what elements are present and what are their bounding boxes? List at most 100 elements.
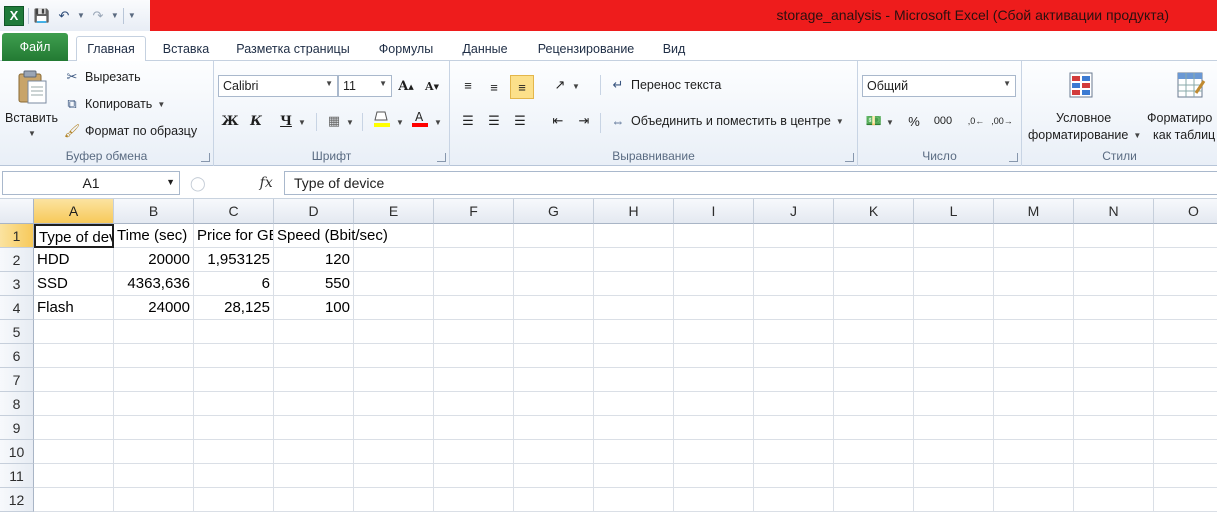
cell-g1[interactable] [514, 224, 594, 248]
cell-o8[interactable] [1154, 392, 1217, 416]
cell-m8[interactable] [994, 392, 1074, 416]
cell-o11[interactable] [1154, 464, 1217, 488]
tab-review[interactable]: Рецензирование [526, 36, 646, 61]
cell-l1[interactable] [914, 224, 994, 248]
row-header-10[interactable]: 10 [0, 440, 34, 464]
cell-f9[interactable] [434, 416, 514, 440]
cell-j4[interactable] [754, 296, 834, 320]
row-header-6[interactable]: 6 [0, 344, 34, 368]
cell-c12[interactable] [194, 488, 274, 512]
orientation-icon[interactable]: ↗ [550, 75, 570, 95]
cell-g11[interactable] [514, 464, 594, 488]
fill-color-icon[interactable] [372, 109, 392, 129]
cell-c5[interactable] [194, 320, 274, 344]
cell-f2[interactable] [434, 248, 514, 272]
decrease-decimal-icon[interactable]: ,00→ [991, 111, 1013, 131]
cell-g8[interactable] [514, 392, 594, 416]
align-right-icon[interactable]: ☰ [510, 111, 530, 131]
column-header-e[interactable]: E [354, 199, 434, 224]
cell-g4[interactable] [514, 296, 594, 320]
tab-formulas[interactable]: Формулы [368, 36, 444, 61]
cell-g10[interactable] [514, 440, 594, 464]
align-left-icon[interactable]: ☰ [458, 111, 478, 131]
cell-k12[interactable] [834, 488, 914, 512]
cell-g9[interactable] [514, 416, 594, 440]
cell-f5[interactable] [434, 320, 514, 344]
cell-m10[interactable] [994, 440, 1074, 464]
paste-icon[interactable] [16, 69, 50, 105]
cell-m9[interactable] [994, 416, 1074, 440]
cell-b5[interactable] [114, 320, 194, 344]
cell-n2[interactable] [1074, 248, 1154, 272]
cell-m3[interactable] [994, 272, 1074, 296]
cell-n1[interactable] [1074, 224, 1154, 248]
format-painter-button[interactable]: 🖌 Формат по образцу [64, 123, 197, 139]
underline-dropdown-icon[interactable]: ▼ [298, 118, 306, 127]
row-header-7[interactable]: 7 [0, 368, 34, 392]
column-header-l[interactable]: L [914, 199, 994, 224]
cell-j10[interactable] [754, 440, 834, 464]
orientation-dropdown-icon[interactable]: ▼ [572, 82, 580, 91]
cell-l12[interactable] [914, 488, 994, 512]
cell-k2[interactable] [834, 248, 914, 272]
row-header-3[interactable]: 3 [0, 272, 34, 296]
currency-icon[interactable]: 💵 [864, 111, 884, 131]
cell-g2[interactable] [514, 248, 594, 272]
increase-indent-icon[interactable]: ⇥ [574, 111, 594, 131]
font-color-icon[interactable]: A [410, 109, 430, 129]
cell-j9[interactable] [754, 416, 834, 440]
undo-dropdown-icon[interactable]: ▼ [77, 11, 85, 20]
align-middle-icon[interactable]: ≡ [484, 77, 504, 97]
row-header-11[interactable]: 11 [0, 464, 34, 488]
cell-k7[interactable] [834, 368, 914, 392]
cell-h7[interactable] [594, 368, 674, 392]
cell-a9[interactable] [34, 416, 114, 440]
column-header-j[interactable]: J [754, 199, 834, 224]
cell-e8[interactable] [354, 392, 434, 416]
cell-f4[interactable] [434, 296, 514, 320]
cell-b10[interactable] [114, 440, 194, 464]
cell-n7[interactable] [1074, 368, 1154, 392]
conditional-formatting-line1[interactable]: Условное [1056, 111, 1111, 125]
cell-j7[interactable] [754, 368, 834, 392]
cell-b9[interactable] [114, 416, 194, 440]
tab-insert[interactable]: Вставка [152, 36, 220, 61]
cell-c6[interactable] [194, 344, 274, 368]
cell-i7[interactable] [674, 368, 754, 392]
column-header-h[interactable]: H [594, 199, 674, 224]
decrease-font-icon[interactable]: A ▼ [422, 76, 442, 96]
cell-c10[interactable] [194, 440, 274, 464]
cell-j1[interactable] [754, 224, 834, 248]
font-launcher-icon[interactable] [437, 153, 446, 162]
cell-l7[interactable] [914, 368, 994, 392]
cell-o6[interactable] [1154, 344, 1217, 368]
column-header-k[interactable]: K [834, 199, 914, 224]
cell-e1[interactable] [354, 224, 434, 248]
column-header-i[interactable]: I [674, 199, 754, 224]
cell-b7[interactable] [114, 368, 194, 392]
cell-o2[interactable] [1154, 248, 1217, 272]
cell-l8[interactable] [914, 392, 994, 416]
cell-n6[interactable] [1074, 344, 1154, 368]
cell-n10[interactable] [1074, 440, 1154, 464]
cell-j6[interactable] [754, 344, 834, 368]
wrap-text-button[interactable]: ↵ Перенос текста [610, 77, 722, 93]
cell-d3[interactable]: 550 [274, 272, 354, 296]
cell-l6[interactable] [914, 344, 994, 368]
cell-k3[interactable] [834, 272, 914, 296]
cell-d2[interactable]: 120 [274, 248, 354, 272]
cell-j3[interactable] [754, 272, 834, 296]
cell-e12[interactable] [354, 488, 434, 512]
cell-a11[interactable] [34, 464, 114, 488]
cell-l3[interactable] [914, 272, 994, 296]
cell-k9[interactable] [834, 416, 914, 440]
cell-b8[interactable] [114, 392, 194, 416]
cell-a5[interactable] [34, 320, 114, 344]
row-header-4[interactable]: 4 [0, 296, 34, 320]
cell-f7[interactable] [434, 368, 514, 392]
cell-m6[interactable] [994, 344, 1074, 368]
row-header-9[interactable]: 9 [0, 416, 34, 440]
column-header-g[interactable]: G [514, 199, 594, 224]
cell-e10[interactable] [354, 440, 434, 464]
cell-a10[interactable] [34, 440, 114, 464]
